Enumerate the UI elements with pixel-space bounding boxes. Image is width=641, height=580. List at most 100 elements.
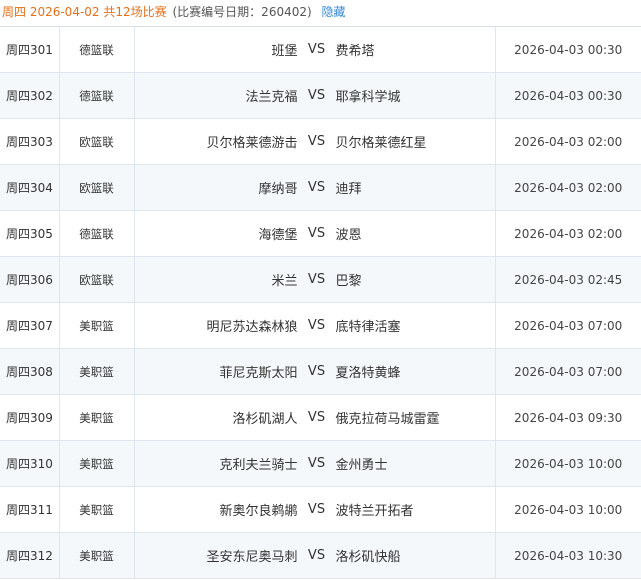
- match-time: 2026-04-03 07:00: [495, 348, 641, 395]
- match-time: 2026-04-03 10:00: [495, 440, 641, 487]
- hide-link[interactable]: 隐藏: [322, 5, 346, 19]
- league-name[interactable]: 德篮联: [59, 27, 135, 73]
- match-teams: 圣安东尼奥马刺 VS 洛杉矶快船: [134, 532, 496, 579]
- home-team[interactable]: 海德堡: [135, 224, 297, 243]
- league-name[interactable]: 美职篮: [59, 394, 135, 441]
- match-number: 周四305: [0, 210, 60, 257]
- home-team[interactable]: 圣安东尼奥马刺: [135, 546, 297, 565]
- vs-label: VS: [307, 226, 326, 241]
- away-team[interactable]: 贝尔格莱德红星: [336, 132, 495, 151]
- home-team[interactable]: 明尼苏达森林狼: [135, 316, 297, 335]
- away-team[interactable]: 洛杉矶快船: [336, 546, 495, 565]
- match-teams: 海德堡 VS 波恩: [134, 210, 496, 257]
- match-teams: 新奥尔良鹈鹕 VS 波特兰开拓者: [134, 486, 496, 533]
- match-time: 2026-04-03 02:00: [495, 210, 641, 257]
- home-team[interactable]: 贝尔格莱德游击: [135, 132, 297, 151]
- match-number: 周四310: [0, 440, 60, 487]
- match-teams: 法兰克福 VS 耶拿科学城: [134, 72, 496, 119]
- match-number: 周四312: [0, 532, 60, 579]
- match-number: 周四309: [0, 394, 60, 441]
- away-team[interactable]: 费希塔: [336, 40, 495, 59]
- match-number: 周四304: [0, 164, 60, 211]
- vs-label: VS: [307, 42, 326, 57]
- league-name[interactable]: 美职篮: [59, 486, 135, 533]
- day-header: 周四 2026-04-02 共12场比赛 (比赛编号日期：260402) 隐藏: [0, 0, 641, 27]
- home-team[interactable]: 法兰克福: [135, 86, 297, 105]
- table-row[interactable]: 周四309 美职篮 洛杉矶湖人 VS 俄克拉荷马城雷霆 2026-04-03 09:30: [0, 394, 641, 441]
- away-team[interactable]: 迪拜: [336, 178, 495, 197]
- home-team[interactable]: 班堡: [135, 40, 297, 59]
- vs-label: VS: [307, 272, 326, 287]
- vs-label: VS: [307, 502, 326, 517]
- home-team[interactable]: 菲尼克斯太阳: [135, 362, 297, 381]
- match-number: 周四302: [0, 72, 60, 119]
- table-row[interactable]: 周四310 美职篮 克利夫兰骑士 VS 金州勇士 2026-04-03 10:00: [0, 440, 641, 487]
- match-time: 2026-04-03 10:00: [495, 486, 641, 533]
- match-number: 周四308: [0, 348, 60, 395]
- match-teams: 贝尔格莱德游击 VS 贝尔格莱德红星: [134, 118, 496, 165]
- vs-label: VS: [307, 134, 326, 149]
- league-name[interactable]: 美职篮: [59, 302, 135, 349]
- match-table: 周四301 德篮联 班堡 VS 费希塔 2026-04-03 00:30 周四302 德篮联法…: [0, 27, 641, 579]
- match-number: 周四306: [0, 256, 60, 303]
- table-row[interactable]: 周四307 美职篮 明尼苏达森林狼 VS 底特律活塞 2026-04-03 07:00: [0, 302, 641, 349]
- away-team[interactable]: 夏洛特黄蜂: [336, 362, 495, 381]
- away-team[interactable]: 金州勇士: [336, 454, 495, 473]
- vs-label: VS: [307, 318, 326, 333]
- vs-label: VS: [307, 456, 326, 471]
- table-row[interactable]: 周四311 美职篮 新奥尔良鹈鹕 VS 波特兰开拓者 2026-04-03 10:00: [0, 486, 641, 533]
- match-time: 2026-04-03 00:30: [495, 72, 641, 119]
- vs-label: VS: [307, 88, 326, 103]
- home-team[interactable]: 新奥尔良鹈鹕: [135, 500, 297, 519]
- home-team[interactable]: 米兰: [135, 270, 297, 289]
- away-team[interactable]: 波特兰开拓者: [336, 500, 495, 519]
- away-team[interactable]: 耶拿科学城: [336, 86, 495, 105]
- match-time: 2026-04-03 02:00: [495, 118, 641, 165]
- table-row[interactable]: 周四301 德篮联 班堡 VS 费希塔 2026-04-03 00:30: [0, 27, 641, 73]
- table-row[interactable]: 周四306 欧篮联 米兰 VS 巴黎 2026-04-03 02:45: [0, 256, 641, 303]
- match-number: 周四301: [0, 27, 60, 73]
- table-row[interactable]: 周四303 欧篮联 贝尔格莱德游击 VS 贝尔格莱德红星 2026-04-03 02:00: [0, 118, 641, 165]
- vs-label: VS: [307, 364, 326, 379]
- away-team[interactable]: 底特律活塞: [336, 316, 495, 335]
- league-name[interactable]: 德篮联: [59, 210, 135, 257]
- match-teams: 克利夫兰骑士 VS 金州勇士: [134, 440, 496, 487]
- home-team[interactable]: 克利夫兰骑士: [135, 454, 297, 473]
- table-row[interactable]: 周四302 德篮联 法兰克福 VS 耶拿科学城 2026-04-03 00:30: [0, 72, 641, 119]
- table-row[interactable]: 周四312 美职篮 圣安东尼奥马刺 VS 洛杉矶快船 2026-04-03 10:30: [0, 532, 641, 579]
- home-team[interactable]: 洛杉矶湖人: [135, 408, 297, 427]
- match-teams: 洛杉矶湖人 VS 俄克拉荷马城雷霆: [134, 394, 496, 441]
- home-team[interactable]: 摩纳哥: [135, 178, 297, 197]
- away-team[interactable]: 巴黎: [336, 270, 495, 289]
- match-teams: 班堡 VS 费希塔: [134, 27, 496, 73]
- match-time: 2026-04-03 07:00: [495, 302, 641, 349]
- match-time: 2026-04-03 00:30: [495, 27, 641, 73]
- match-time: 2026-04-03 02:45: [495, 256, 641, 303]
- vs-label: VS: [307, 410, 326, 425]
- match-number: 周四303: [0, 118, 60, 165]
- away-team[interactable]: 俄克拉荷马城雷霆: [336, 408, 495, 427]
- league-name[interactable]: 欧篮联: [59, 256, 135, 303]
- issue-date: (比赛编号日期：260402): [172, 5, 312, 19]
- vs-label: VS: [307, 180, 326, 195]
- match-number: 周四307: [0, 302, 60, 349]
- league-name[interactable]: 欧篮联: [59, 164, 135, 211]
- match-count: 共12场比赛: [103, 5, 167, 19]
- league-name[interactable]: 美职篮: [59, 348, 135, 395]
- league-name[interactable]: 美职篮: [59, 532, 135, 579]
- match-time: 2026-04-03 02:00: [495, 164, 641, 211]
- match-teams: 菲尼克斯太阳 VS 夏洛特黄蜂: [134, 348, 496, 395]
- league-name[interactable]: 美职篮: [59, 440, 135, 487]
- away-team[interactable]: 波恩: [336, 224, 495, 243]
- table-row[interactable]: 周四308 美职篮 菲尼克斯太阳 VS 夏洛特黄蜂 2026-04-03 07:00: [0, 348, 641, 395]
- match-number: 周四311: [0, 486, 60, 533]
- vs-label: VS: [307, 548, 326, 563]
- match-time: 2026-04-03 10:30: [495, 532, 641, 579]
- table-row[interactable]: 周四304 欧篮联 摩纳哥 VS 迪拜 2026-04-03 02:00: [0, 164, 641, 211]
- league-name[interactable]: 欧篮联: [59, 118, 135, 165]
- match-teams: 摩纳哥 VS 迪拜: [134, 164, 496, 211]
- match-teams: 米兰 VS 巴黎: [134, 256, 496, 303]
- match-teams: 明尼苏达森林狼 VS 底特律活塞: [134, 302, 496, 349]
- league-name[interactable]: 德篮联: [59, 72, 135, 119]
- table-row[interactable]: 周四305 德篮联 海德堡 VS 波恩 2026-04-03 02:00: [0, 210, 641, 257]
